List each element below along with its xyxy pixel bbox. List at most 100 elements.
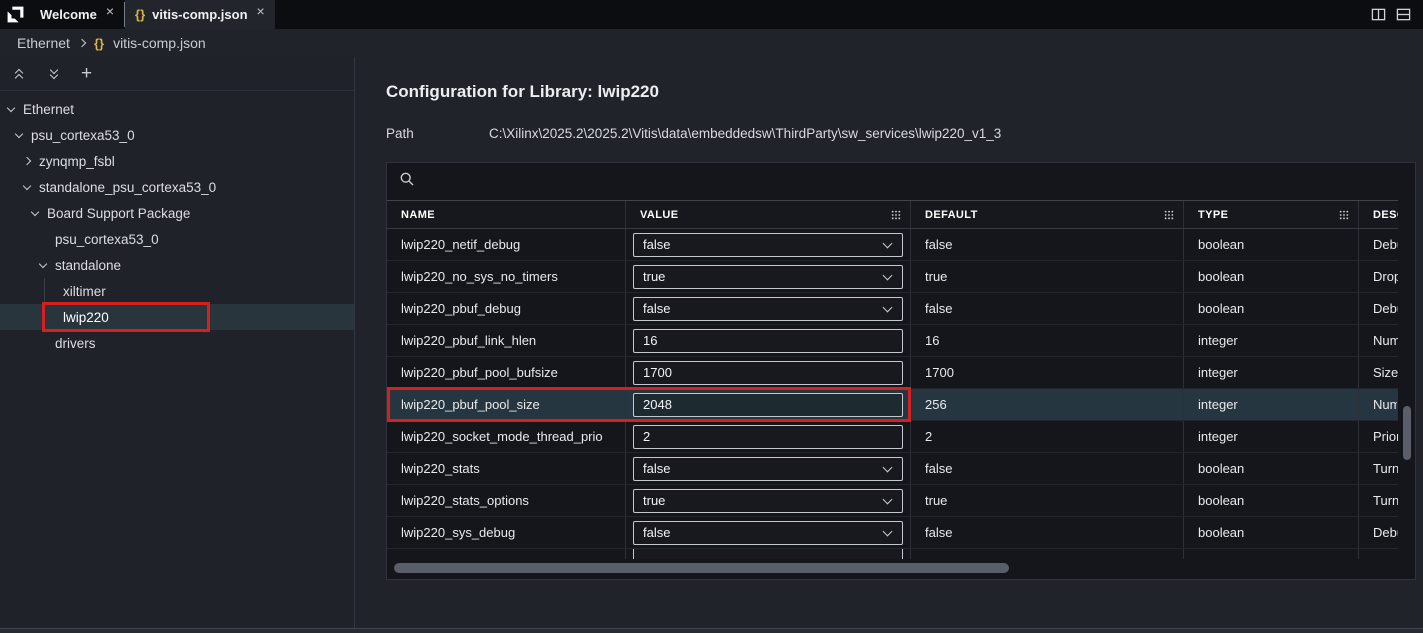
tree-item-zynqmp-fsbl[interactable]: zynqmp_fsbl bbox=[0, 148, 354, 174]
chevron-right-icon bbox=[78, 39, 86, 47]
breadcrumb-item-file[interactable]: vitis-comp.json bbox=[113, 35, 206, 51]
cell-desc: Num bbox=[1359, 389, 1398, 420]
close-icon[interactable]: × bbox=[106, 3, 114, 19]
value-select[interactable]: false bbox=[633, 521, 903, 545]
cell-desc: Debu bbox=[1359, 517, 1398, 548]
expand-all-icon[interactable] bbox=[46, 70, 62, 78]
cell-name: lwip220_stats_options bbox=[387, 485, 626, 516]
value-select[interactable]: true bbox=[633, 265, 903, 289]
value-select-text: false bbox=[643, 237, 670, 252]
tree-item-psu-cortexa53-0[interactable]: psu_cortexa53_0 bbox=[0, 122, 354, 148]
breadcrumb-item-ethernet[interactable]: Ethernet bbox=[17, 35, 70, 51]
value-select[interactable]: false bbox=[633, 233, 903, 257]
collapse-all-icon[interactable] bbox=[11, 70, 27, 78]
value-select[interactable]: true bbox=[633, 489, 903, 513]
column-header-label: TYPE bbox=[1198, 209, 1228, 221]
vertical-scrollbar[interactable] bbox=[1398, 163, 1415, 579]
path-label: Path bbox=[386, 126, 489, 141]
tree-item-label: drivers bbox=[55, 336, 96, 351]
tree-item-standalone[interactable]: standalone bbox=[0, 252, 354, 278]
cell-desc: Drop bbox=[1359, 261, 1398, 292]
chevron-down-icon[interactable] bbox=[40, 264, 55, 267]
page-title: Configuration for Library: lwip220 bbox=[386, 82, 1423, 102]
tree-item-drivers[interactable]: drivers bbox=[0, 330, 354, 356]
column-header-type[interactable]: TYPE bbox=[1184, 201, 1359, 228]
close-icon[interactable]: × bbox=[257, 3, 265, 19]
tree-item-xiltimer[interactable]: xiltimer bbox=[0, 278, 354, 304]
search-input[interactable] bbox=[423, 174, 1398, 189]
cell-value: false bbox=[626, 293, 911, 324]
chevron-down-icon[interactable] bbox=[16, 134, 31, 137]
cell-name-text: lwip220_stats bbox=[401, 461, 480, 476]
braces-icon: {} bbox=[94, 36, 104, 51]
value-input[interactable] bbox=[633, 425, 903, 449]
value-select[interactable]: false bbox=[633, 297, 903, 321]
horizontal-scrollbar[interactable] bbox=[387, 557, 1398, 579]
column-drag-icon[interactable] bbox=[1164, 210, 1174, 220]
vertical-scrollbar-thumb[interactable] bbox=[1403, 406, 1411, 460]
chevron-down-icon[interactable] bbox=[32, 212, 47, 215]
chevron-down-icon bbox=[883, 526, 893, 536]
tree-item-board-support-package[interactable]: Board Support Package bbox=[0, 200, 354, 226]
cell-default-text: true bbox=[925, 493, 947, 508]
tree-item-lwip220[interactable]: lwip220 bbox=[0, 304, 354, 330]
cell-type: boolean bbox=[1184, 261, 1359, 292]
cell-name-text: lwip220_sys_debug bbox=[401, 525, 515, 540]
value-select-text: true bbox=[643, 493, 665, 508]
table-row-lwip220-pbuf-link-hlen: lwip220_pbuf_link_hlen16integerNum bbox=[387, 325, 1398, 357]
value-input[interactable] bbox=[633, 329, 903, 353]
chevron-right-icon[interactable] bbox=[24, 158, 39, 164]
column-drag-icon[interactable] bbox=[1339, 210, 1349, 220]
cell-default: 16 bbox=[911, 325, 1184, 356]
cell-name-text: lwip220_netif_debug bbox=[401, 237, 520, 252]
column-header-value[interactable]: VALUE bbox=[626, 201, 911, 228]
column-header-name[interactable]: NAME bbox=[387, 201, 626, 228]
table-row-lwip220-netif-debug: lwip220_netif_debugfalsefalsebooleanDebu bbox=[387, 229, 1398, 261]
cell-desc: Debu bbox=[1359, 229, 1398, 260]
cell-type: boolean bbox=[1184, 229, 1359, 260]
split-editor-vertical-icon[interactable] bbox=[1371, 7, 1386, 22]
tab-vitis-label: vitis-comp.json bbox=[152, 7, 247, 22]
tree-item-psu-cortexa53-0[interactable]: psu_cortexa53_0 bbox=[0, 226, 354, 252]
table-header-row: NAME VALUE DEFAULT TYPE DESC bbox=[387, 201, 1398, 229]
value-select[interactable]: false bbox=[633, 457, 903, 481]
cell-name: lwip220_netif_debug bbox=[387, 229, 626, 260]
tree-item-label: lwip220 bbox=[63, 310, 109, 325]
table-row-lwip220-sys-debug: lwip220_sys_debugfalsefalsebooleanDebu bbox=[387, 517, 1398, 549]
cell-default-text: 256 bbox=[925, 397, 947, 412]
cell-desc-text: Debu bbox=[1373, 301, 1398, 316]
tab-welcome[interactable]: Welcome × bbox=[30, 0, 124, 29]
chevron-down-icon[interactable] bbox=[8, 108, 23, 111]
cell-name: lwip220_stats bbox=[387, 453, 626, 484]
cell-desc-text: Debu bbox=[1373, 237, 1398, 252]
add-icon[interactable]: + bbox=[81, 67, 92, 81]
column-header-default[interactable]: DEFAULT bbox=[911, 201, 1184, 228]
cell-name: lwip220_pbuf_pool_size bbox=[387, 389, 626, 420]
column-header-label: VALUE bbox=[640, 209, 678, 221]
column-header-label: DEFAULT bbox=[925, 209, 978, 221]
cell-default: false bbox=[911, 517, 1184, 548]
value-select-text: true bbox=[643, 269, 665, 284]
table-row-lwip220-stats-options: lwip220_stats_optionstruetruebooleanTurn bbox=[387, 485, 1398, 517]
cell-type-text: boolean bbox=[1198, 269, 1244, 284]
cell-type-text: integer bbox=[1198, 333, 1238, 348]
value-select-text: false bbox=[643, 461, 670, 476]
column-header-desc[interactable]: DESC bbox=[1359, 201, 1398, 228]
horizontal-scrollbar-thumb[interactable] bbox=[394, 563, 1009, 573]
cell-desc-text: Debu bbox=[1373, 525, 1398, 540]
split-editor-horizontal-icon[interactable] bbox=[1396, 7, 1411, 22]
cell-desc: Turn bbox=[1359, 485, 1398, 516]
value-input[interactable] bbox=[633, 361, 903, 385]
chevron-down-icon[interactable] bbox=[24, 186, 39, 189]
cell-desc-text: Drop bbox=[1373, 269, 1398, 284]
tree-item-ethernet[interactable]: Ethernet bbox=[0, 96, 354, 122]
tree-item-standalone-psu-cortexa53-0[interactable]: standalone_psu_cortexa53_0 bbox=[0, 174, 354, 200]
column-drag-icon[interactable] bbox=[891, 210, 901, 220]
braces-icon: {} bbox=[135, 7, 145, 22]
config-table: NAME VALUE DEFAULT TYPE DESC lwip220_netif_d… bbox=[386, 162, 1416, 580]
cell-name: lwip220_pbuf_pool_bufsize bbox=[387, 357, 626, 388]
cell-default: false bbox=[911, 293, 1184, 324]
file-tree: Ethernetpsu_cortexa53_0zynqmp_fsblstanda… bbox=[0, 91, 354, 356]
value-input[interactable] bbox=[633, 393, 903, 417]
tab-vitis-comp-json[interactable]: {} vitis-comp.json × bbox=[125, 0, 275, 29]
